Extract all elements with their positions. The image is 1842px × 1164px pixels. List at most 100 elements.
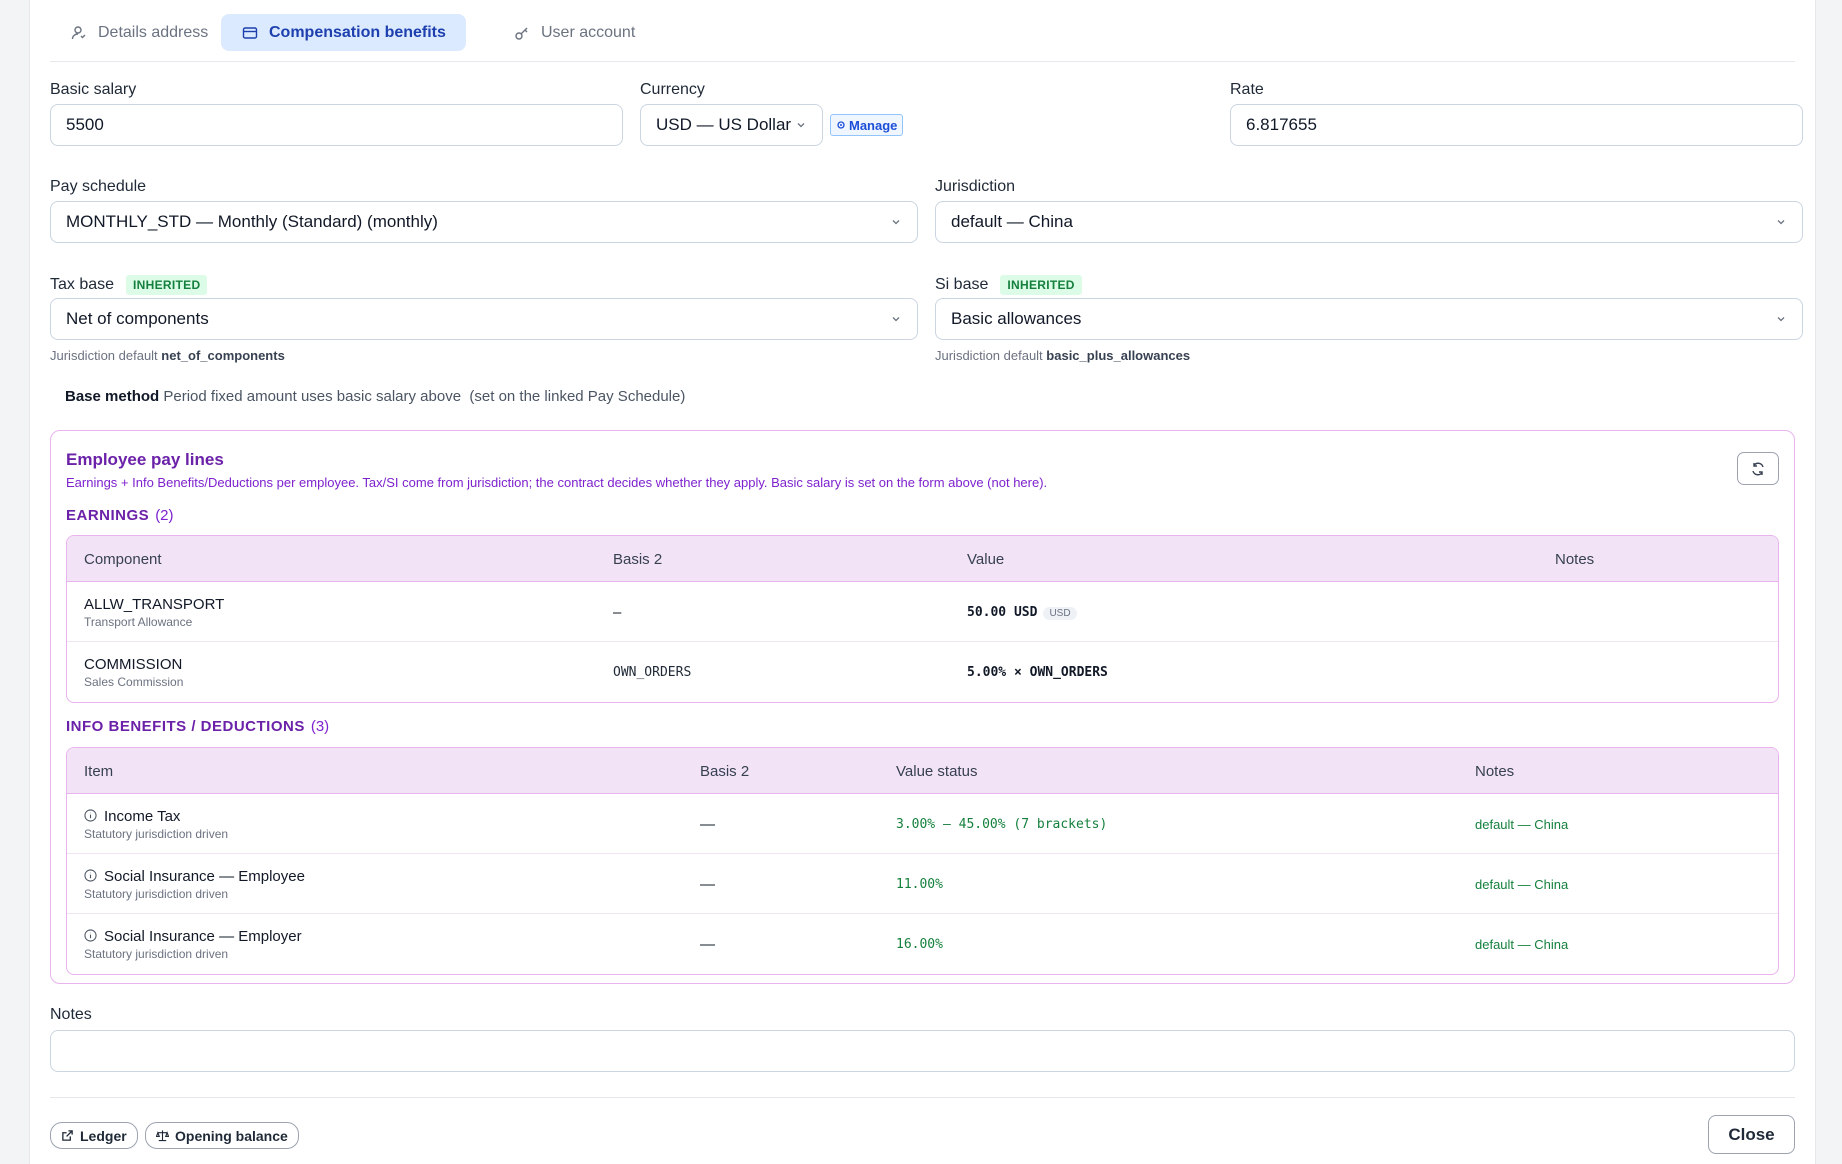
scale-icon xyxy=(156,1130,169,1142)
hint-value: basic_plus_allowances xyxy=(1046,348,1191,363)
card-icon xyxy=(241,24,259,42)
column-header: Value status xyxy=(896,762,978,780)
value-status: 16.00% xyxy=(896,936,943,952)
tax-base-select[interactable]: Net of components xyxy=(50,298,918,340)
column-header: Value xyxy=(967,550,1005,568)
base-method-text: Period fixed amount uses basic salary ab… xyxy=(163,388,462,405)
refresh-button[interactable] xyxy=(1737,452,1779,485)
table-row[interactable]: ALLW_TRANSPORT Transport Allowance – 50.… xyxy=(67,582,1778,642)
external-link-icon xyxy=(62,1130,73,1141)
base-method-info: Base method Period fixed amount uses bas… xyxy=(65,388,685,405)
tab-label: Details address xyxy=(98,23,209,41)
value-status: 11.00% xyxy=(896,876,943,892)
rate-input[interactable]: 6.817655 xyxy=(1230,104,1803,146)
table-row[interactable]: COMMISSION Sales Commission OWN_ORDERS 5… xyxy=(67,642,1778,702)
info-count: (3) xyxy=(310,718,330,735)
table-row[interactable]: Social Insurance — Employer Statutory ju… xyxy=(67,914,1778,974)
basis-value: — xyxy=(700,875,715,893)
base-method-label: Base method xyxy=(65,388,160,405)
item-cell: Social Insurance — Employee Statutory ju… xyxy=(84,854,305,914)
notes-label: Notes xyxy=(50,1006,92,1023)
rate-label: Rate xyxy=(1230,81,1264,98)
basic-salary-label: Basic salary xyxy=(50,81,137,98)
si-base-value: Basic allowances xyxy=(951,309,1082,328)
hint-value: net_of_components xyxy=(161,348,285,363)
ledger-label: Ledger xyxy=(80,1127,127,1144)
item-sub: Statutory jurisdiction driven xyxy=(84,826,229,841)
basis-value: OWN_ORDERS xyxy=(613,664,692,680)
value-cell: 5.00% × OWN_ORDERS xyxy=(967,642,1108,702)
basis-cell: OWN_ORDERS xyxy=(613,642,691,702)
chevron-down-icon xyxy=(1777,317,1785,322)
basic-salary-input[interactable]: 5500 xyxy=(50,104,623,146)
currency-value: USD — US Dollar xyxy=(656,115,792,134)
basis-value: – xyxy=(613,603,622,621)
currency-select[interactable]: USD — US Dollar xyxy=(640,104,823,146)
ledger-button[interactable]: Ledger xyxy=(50,1122,138,1149)
basis-cell: — xyxy=(700,914,715,974)
chevron-down-icon xyxy=(1777,220,1785,225)
basis-cell: — xyxy=(700,794,715,854)
tab-label: User account xyxy=(541,23,636,41)
column-header: Notes xyxy=(1555,550,1595,568)
tab-details-address[interactable]: Details address xyxy=(50,14,228,51)
basis-value: — xyxy=(700,815,715,833)
component-name: Transport Allowance xyxy=(84,614,193,629)
chevron-down-icon xyxy=(892,220,900,225)
notes-input[interactable] xyxy=(50,1030,1795,1072)
employee-pay-lines: Employee pay lines Earnings + Info Benef… xyxy=(50,430,1795,984)
pay-schedule-value: MONTHLY_STD — Monthly (Standard) (monthl… xyxy=(66,212,438,231)
value-status-cell: 3.00% – 45.00% (7 brackets) xyxy=(896,794,1107,854)
column-header: Basis 2 xyxy=(700,762,750,780)
tab-compensation-benefits[interactable]: Compensation benefits xyxy=(221,14,466,51)
pay-lines-subtitle: Earnings + Info Benefits/Deductions per … xyxy=(66,475,1048,490)
si-base-label: Si base INHERITED xyxy=(935,275,1082,295)
earnings-count: (2) xyxy=(155,507,174,524)
notes-text: default — China xyxy=(1475,876,1569,892)
value-status: 3.00% – 45.00% (7 brackets) xyxy=(896,816,1108,832)
jurisdiction-value: default — China xyxy=(951,212,1073,231)
earnings-title-text: EARNINGS xyxy=(66,507,150,524)
close-button[interactable]: Close xyxy=(1708,1115,1795,1154)
component-cell: COMMISSION Sales Commission xyxy=(84,642,183,702)
notes-cell: default — China xyxy=(1475,854,1568,914)
chevron-down-icon xyxy=(797,123,805,128)
tax-base-label-text: Tax base xyxy=(50,276,115,294)
close-label: Close xyxy=(1728,1124,1775,1144)
notes-text: default — China xyxy=(1475,816,1569,832)
table-row[interactable]: Social Insurance — Employee Statutory ju… xyxy=(67,854,1778,914)
table-row[interactable]: Income Tax Statutory jurisdiction driven… xyxy=(67,794,1778,854)
item-sub: Statutory jurisdiction driven xyxy=(84,886,229,901)
tab-user-account[interactable]: User account xyxy=(493,14,655,51)
jurisdiction-select[interactable]: default — China xyxy=(935,201,1803,243)
pay-schedule-label: Pay schedule xyxy=(50,178,147,195)
jurisdiction-label: Jurisdiction xyxy=(935,178,1016,195)
info-icon xyxy=(84,928,97,942)
inherited-badge: INHERITED xyxy=(126,275,208,295)
opening-balance-button[interactable]: Opening balance xyxy=(145,1122,299,1149)
component-name: Sales Commission xyxy=(84,674,184,689)
inherited-badge: INHERITED xyxy=(1000,275,1082,295)
component-code: ALLW_TRANSPORT xyxy=(84,595,225,613)
info-title-text: INFO BENEFITS / DEDUCTIONS xyxy=(66,718,305,735)
tab-label: Compensation benefits xyxy=(269,23,446,41)
hint-prefix: Jurisdiction default xyxy=(50,348,158,363)
si-base-select[interactable]: Basic allowances xyxy=(935,298,1803,340)
info-benefits-table: Item Basis 2 Value status Notes Income T… xyxy=(66,747,1779,975)
tax-base-value: Net of components xyxy=(66,309,209,328)
notes-cell: default — China xyxy=(1475,794,1568,854)
item-sub: Statutory jurisdiction driven xyxy=(84,946,229,961)
value-text: 50.00 USD xyxy=(967,605,1038,620)
pay-lines-title: Employee pay lines xyxy=(66,450,224,469)
item-name: Social Insurance — Employer xyxy=(104,927,302,945)
manage-label: Manage xyxy=(849,117,898,133)
rate-value: 6.817655 xyxy=(1246,115,1317,134)
info-icon xyxy=(84,808,97,822)
opening-balance-label: Opening balance xyxy=(175,1127,288,1144)
info-icon xyxy=(84,868,97,882)
manage-currency-button[interactable]: Manage xyxy=(830,114,904,136)
notes-cell: default — China xyxy=(1475,914,1568,974)
earnings-table: Component Basis 2 Value Notes ALLW_TRANS… xyxy=(66,535,1779,703)
component-cell: ALLW_TRANSPORT Transport Allowance xyxy=(84,582,224,642)
pay-schedule-select[interactable]: MONTHLY_STD — Monthly (Standard) (monthl… xyxy=(50,201,918,243)
